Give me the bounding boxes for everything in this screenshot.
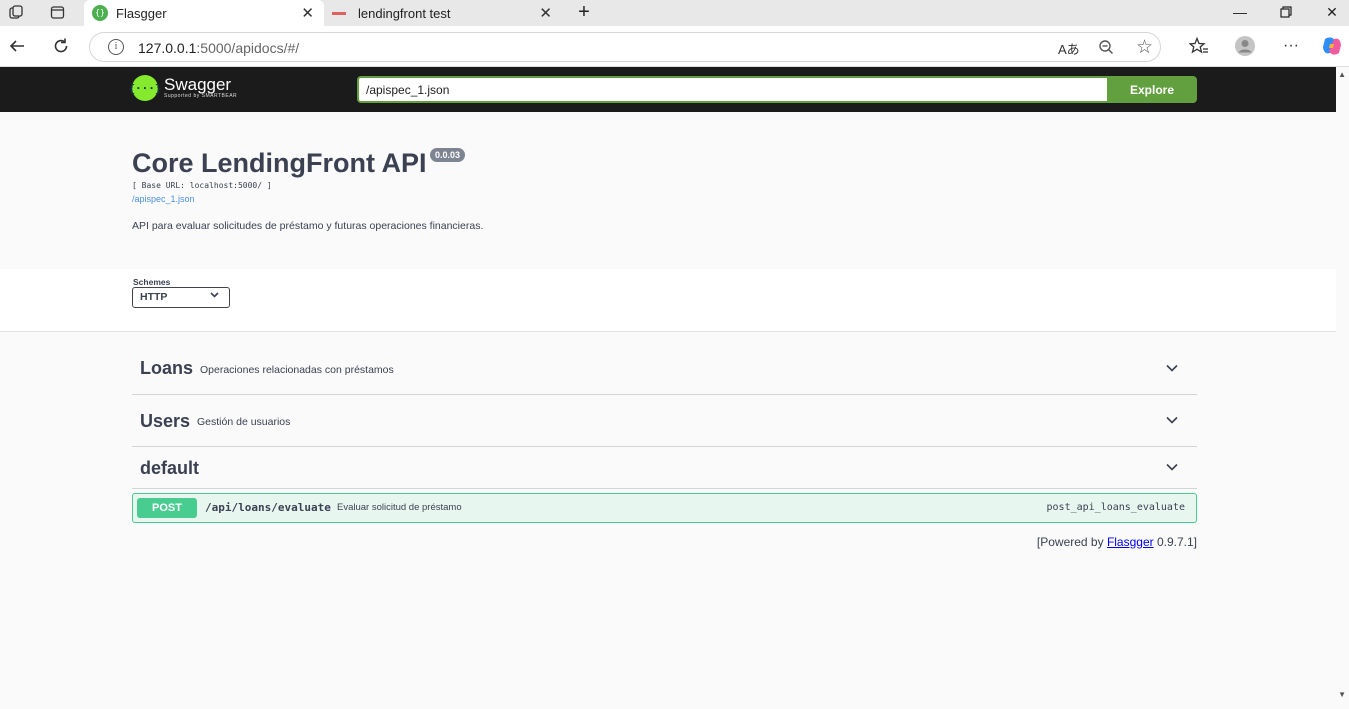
tab-title: Flasgger bbox=[116, 5, 167, 21]
flasgger-link[interactable]: Flasgger bbox=[1107, 535, 1154, 549]
favorites-icon[interactable] bbox=[1187, 34, 1211, 58]
chevron-down-icon bbox=[210, 290, 219, 302]
spec-url-input[interactable]: /apispec_1.json bbox=[357, 76, 1107, 103]
swagger-topbar: {···} Swagger Supported by SMARTBEAR /ap… bbox=[0, 67, 1336, 112]
tab-title: lendingfront test bbox=[358, 5, 451, 21]
operation-path: /api/loans/evaluate bbox=[205, 501, 331, 514]
tag-name: default bbox=[140, 458, 200, 478]
browser-tab-bar: {} Flasgger ✕ lendingfront test ✕ + — ✕ bbox=[0, 0, 1349, 26]
tag-users[interactable]: Users Gestión de usuarios bbox=[132, 395, 1197, 447]
swagger-logo-text: Swagger bbox=[164, 75, 232, 94]
chevron-down-icon[interactable] bbox=[1165, 361, 1179, 375]
api-description: API para evaluar solicitudes de préstamo… bbox=[132, 220, 484, 232]
address-bar[interactable]: i 127.0.0.1:5000/apidocs/#/ Aあ ☆ bbox=[89, 32, 1161, 62]
operation-summary: Evaluar solicitud de préstamo bbox=[337, 502, 462, 513]
url-text[interactable]: 127.0.0.1:5000/apidocs/#/ bbox=[138, 40, 299, 56]
api-title: Core LendingFront API bbox=[132, 148, 427, 178]
minimize-icon[interactable]: — bbox=[1230, 2, 1250, 22]
chevron-down-icon[interactable] bbox=[1165, 460, 1179, 474]
new-tab-icon[interactable]: + bbox=[574, 1, 594, 23]
method-badge: POST bbox=[137, 498, 197, 518]
browser-toolbar: i 127.0.0.1:5000/apidocs/#/ Aあ ☆ ··· bbox=[0, 26, 1349, 67]
close-tab-icon[interactable]: ✕ bbox=[539, 4, 552, 22]
swagger-logo-subtext: Supported by SMARTBEAR bbox=[164, 93, 238, 99]
refresh-icon[interactable] bbox=[49, 34, 73, 58]
chevron-down-icon[interactable] bbox=[1165, 413, 1179, 427]
page-scrollbar[interactable] bbox=[1336, 67, 1349, 709]
tag-default[interactable]: default bbox=[132, 447, 1197, 489]
zoom-icon[interactable] bbox=[1098, 39, 1114, 60]
schemes-select[interactable]: HTTP bbox=[132, 287, 230, 308]
swagger-logo-icon: {···} bbox=[128, 75, 162, 101]
schemes-label: Schemes bbox=[133, 277, 171, 287]
scroll-down-icon[interactable]: ▼ bbox=[1338, 690, 1346, 699]
close-tab-icon[interactable]: ✕ bbox=[301, 4, 314, 22]
read-aloud-icon[interactable]: Aあ bbox=[1058, 39, 1080, 58]
tab-lendingfront[interactable]: lendingfront test ✕ bbox=[324, 0, 562, 26]
flasgger-favicon-icon: {} bbox=[92, 5, 108, 21]
tag-description: Gestión de usuarios bbox=[197, 416, 291, 428]
schemes-section: Schemes HTTP bbox=[0, 269, 1336, 332]
site-info-icon[interactable]: i bbox=[108, 39, 124, 55]
workspaces-icon[interactable] bbox=[5, 2, 25, 22]
tab-actions-icon[interactable] bbox=[47, 2, 67, 22]
back-icon[interactable] bbox=[5, 34, 29, 58]
tab-flasgger[interactable]: {} Flasgger ✕ bbox=[84, 0, 324, 26]
more-menu-icon[interactable]: ··· bbox=[1279, 34, 1303, 58]
explore-button[interactable]: Explore bbox=[1107, 76, 1197, 103]
favorite-star-icon[interactable]: ☆ bbox=[1136, 36, 1153, 59]
version-badge: 0.0.03 bbox=[430, 148, 466, 162]
profile-avatar-icon[interactable] bbox=[1233, 34, 1257, 58]
spec-link[interactable]: /apispec_1.json bbox=[132, 194, 195, 204]
tag-name: Loans bbox=[140, 358, 194, 378]
tag-loans[interactable]: Loans Operaciones relacionadas con prést… bbox=[132, 342, 1197, 395]
base-url: [ Base URL: localhost:5000/ ] bbox=[132, 181, 272, 190]
powered-by: [Powered by Flasgger 0.9.7.1] bbox=[1036, 535, 1197, 549]
operation-id: post_api_loans_evaluate bbox=[1046, 502, 1185, 513]
schemes-selected-value: HTTP bbox=[140, 291, 168, 303]
tag-description: Operaciones relacionadas con préstamos bbox=[200, 364, 394, 376]
lendingfront-favicon-icon bbox=[332, 11, 346, 15]
tag-name: Users bbox=[140, 411, 191, 431]
swagger-logo[interactable]: {···} Swagger Supported by SMARTBEAR bbox=[128, 75, 238, 101]
close-window-icon[interactable]: ✕ bbox=[1322, 2, 1342, 22]
scroll-up-icon[interactable]: ▲ bbox=[1338, 70, 1346, 79]
operation-post-loans-evaluate[interactable]: POST /api/loans/evaluate Evaluar solicit… bbox=[132, 493, 1197, 523]
copilot-icon[interactable] bbox=[1320, 34, 1344, 58]
maximize-icon[interactable] bbox=[1276, 2, 1296, 22]
